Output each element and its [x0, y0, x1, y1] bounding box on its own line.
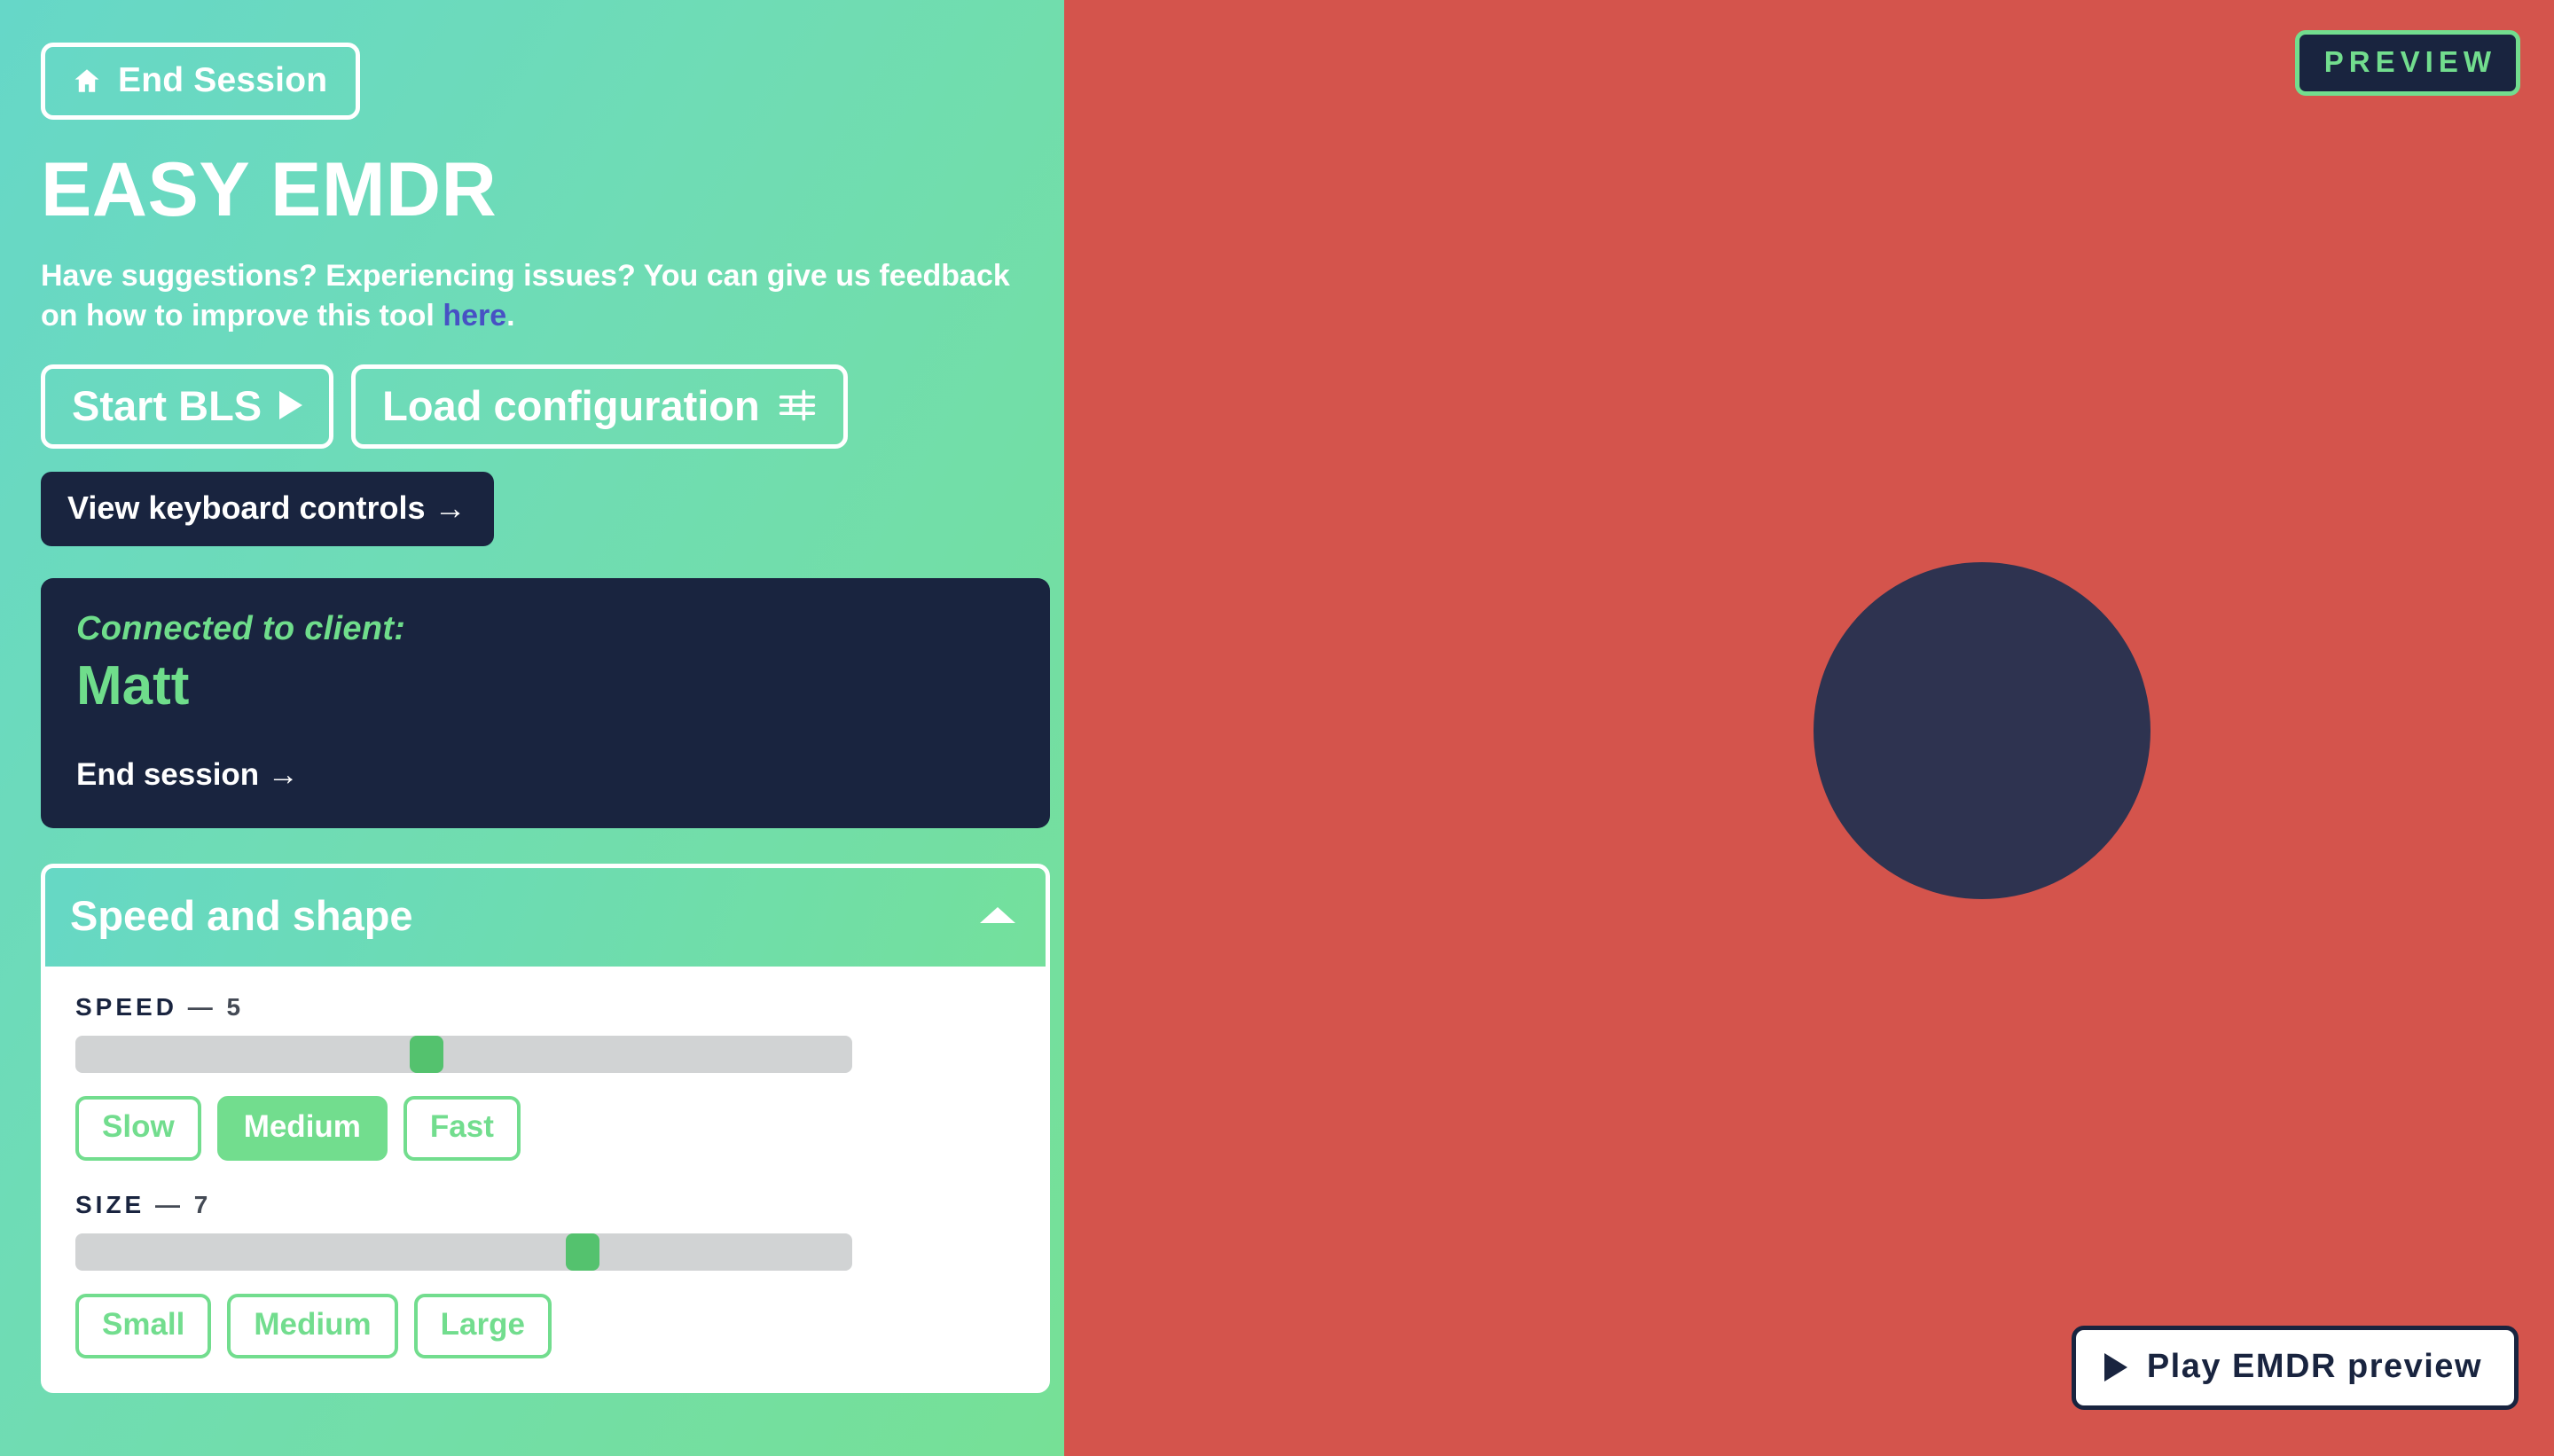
size-chip-medium[interactable]: Medium — [227, 1293, 398, 1358]
start-bls-button[interactable]: Start BLS — [41, 364, 334, 449]
speed-and-shape-accordion: Speed and shape SPEED — 5 Slow Medium Fa… — [41, 863, 1050, 1393]
accordion-title: Speed and shape — [70, 891, 413, 939]
app-root: End Session EASY EMDR Have suggestions? … — [0, 0, 2554, 1456]
end-session-button[interactable]: End Session — [41, 43, 361, 120]
chevron-up-icon[interactable] — [980, 907, 1015, 924]
control-panel: End Session EASY EMDR Have suggestions? … — [0, 0, 1064, 1456]
speed-label: SPEED — 5 — [75, 993, 1015, 1022]
size-label: SIZE — 7 — [75, 1191, 1015, 1219]
play-emdr-preview-button[interactable]: Play EMDR preview — [2071, 1326, 2519, 1410]
intro-paragraph: Have suggestions? Experiencing issues? Y… — [41, 256, 1023, 336]
speed-preset-chips: Slow Medium Fast — [75, 1095, 1015, 1161]
speed-chip-medium[interactable]: Medium — [216, 1095, 388, 1161]
view-keyboard-controls-label: View keyboard controls → — [67, 489, 466, 526]
intro-text-after: . — [506, 298, 515, 333]
intro-text-before: Have suggestions? Experiencing issues? Y… — [41, 259, 1010, 333]
size-control-group: SIZE — 7 Small Medium Large — [75, 1191, 1015, 1358]
play-triangle-icon — [279, 391, 303, 420]
page-title: EASY EMDR — [41, 147, 497, 232]
feedback-link[interactable]: here — [443, 299, 506, 333]
speed-value: 5 — [226, 992, 245, 1021]
emdr-target-dot — [1814, 562, 2151, 899]
end-session-label: End Session — [118, 61, 328, 99]
size-value: 7 — [193, 1190, 212, 1218]
speed-dash: — — [187, 992, 216, 1021]
size-preset-chips: Small Medium Large — [75, 1293, 1015, 1358]
speed-label-text: SPEED — [75, 992, 177, 1021]
size-dash: — — [155, 1190, 184, 1218]
speed-slider[interactable] — [75, 1035, 852, 1073]
accordion-body: SPEED — 5 Slow Medium Fast SIZE — 7 Smal… — [45, 966, 1046, 1358]
end-session-link[interactable]: End session → — [76, 757, 299, 793]
start-bls-label: Start BLS — [72, 381, 262, 429]
size-chip-large[interactable]: Large — [413, 1293, 552, 1358]
play-triangle-icon — [2104, 1352, 2127, 1382]
speed-slider-thumb[interactable] — [410, 1035, 444, 1073]
home-icon — [72, 66, 102, 96]
primary-button-row: Start BLS Load configuration — [41, 364, 1023, 449]
size-chip-small[interactable]: Small — [75, 1293, 212, 1358]
connected-client-label: Connected to client: — [76, 609, 406, 647]
client-name: Matt — [76, 654, 190, 716]
speed-control-group: SPEED — 5 Slow Medium Fast — [75, 993, 1015, 1161]
preview-badge[interactable]: PREVIEW — [2294, 30, 2520, 96]
size-slider-thumb[interactable] — [566, 1233, 600, 1271]
play-emdr-preview-label: Play EMDR preview — [2146, 1348, 2482, 1385]
accordion-header-speed-and-shape[interactable]: Speed and shape — [45, 867, 1046, 967]
size-slider[interactable] — [75, 1233, 852, 1271]
size-label-text: SIZE — [75, 1190, 145, 1218]
speed-chip-slow[interactable]: Slow — [75, 1095, 201, 1161]
load-configuration-button[interactable]: Load configuration — [351, 364, 848, 449]
speed-chip-fast[interactable]: Fast — [403, 1095, 521, 1161]
emdr-preview-stage: PREVIEW Play EMDR preview — [1064, 0, 2554, 1456]
view-keyboard-controls-button[interactable]: View keyboard controls → — [41, 471, 495, 546]
connected-client-card: Connected to client: Matt End session → — [41, 577, 1050, 828]
sliders-icon — [778, 386, 817, 425]
load-configuration-label: Load configuration — [382, 381, 760, 429]
